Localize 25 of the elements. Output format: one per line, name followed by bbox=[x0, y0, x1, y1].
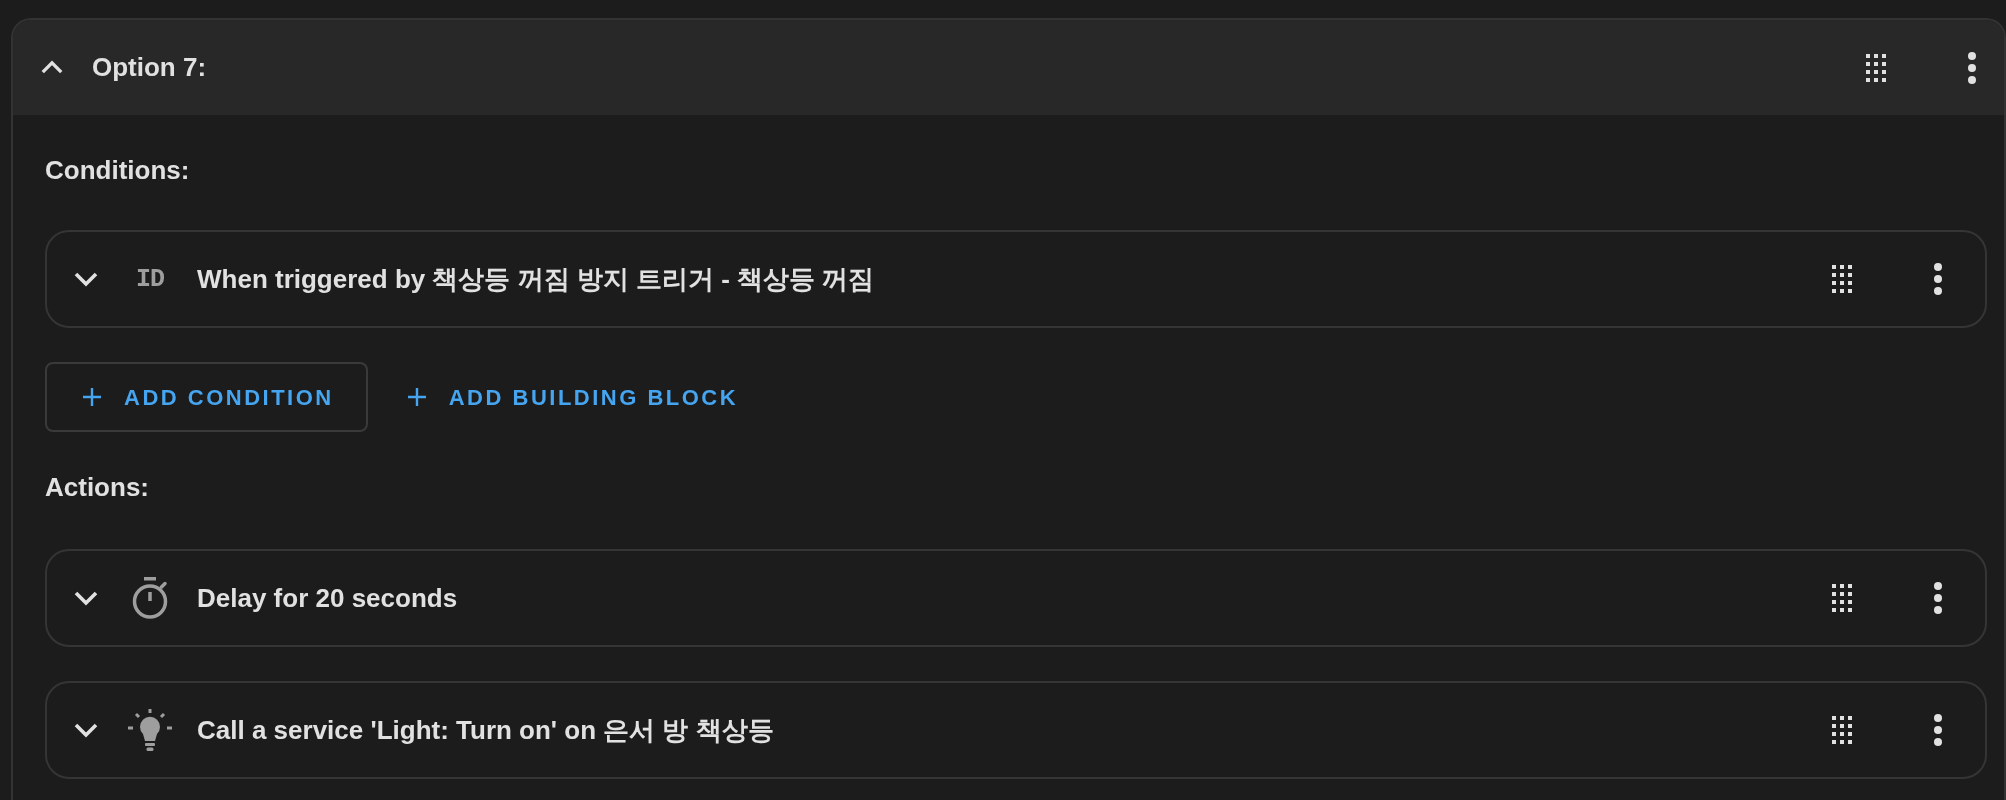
plus-icon bbox=[406, 387, 427, 407]
id-icon: ID bbox=[136, 266, 164, 292]
row-title: When triggered by 책상등 꺼짐 방지 트리거 - 책상등 꺼짐 bbox=[197, 262, 875, 296]
chevron-up-icon[interactable] bbox=[40, 60, 64, 75]
add-condition-button[interactable]: ADD CONDITION bbox=[45, 362, 368, 432]
more-options-icon[interactable] bbox=[1934, 714, 1942, 746]
option-title: Option 7: bbox=[92, 51, 207, 84]
plus-icon bbox=[82, 387, 102, 407]
more-options-icon[interactable] bbox=[1934, 263, 1942, 295]
stopwatch-icon bbox=[132, 577, 168, 619]
row-title: Delay for 20 seconds bbox=[197, 581, 458, 615]
chevron-down-icon[interactable] bbox=[73, 590, 99, 606]
more-options-icon[interactable] bbox=[1968, 51, 1976, 84]
lightbulb-icon bbox=[128, 709, 172, 751]
row-title: Call a service 'Light: Turn on' on 은서 방 책상등 bbox=[197, 713, 774, 747]
chevron-down-icon[interactable] bbox=[73, 722, 99, 738]
more-options-icon[interactable] bbox=[1934, 582, 1942, 614]
section-label: Conditions: bbox=[45, 155, 190, 185]
drag-handle-icon[interactable] bbox=[1832, 716, 1852, 744]
add-block-button[interactable]: ADD BUILDING BLOCK bbox=[386, 362, 759, 432]
drag-handle-icon[interactable] bbox=[1832, 584, 1852, 612]
drag-handle-icon[interactable] bbox=[1832, 265, 1852, 293]
chevron-down-icon[interactable] bbox=[73, 271, 99, 287]
drag-handle-icon[interactable] bbox=[1866, 53, 1886, 82]
section-label: Actions: bbox=[45, 472, 149, 502]
